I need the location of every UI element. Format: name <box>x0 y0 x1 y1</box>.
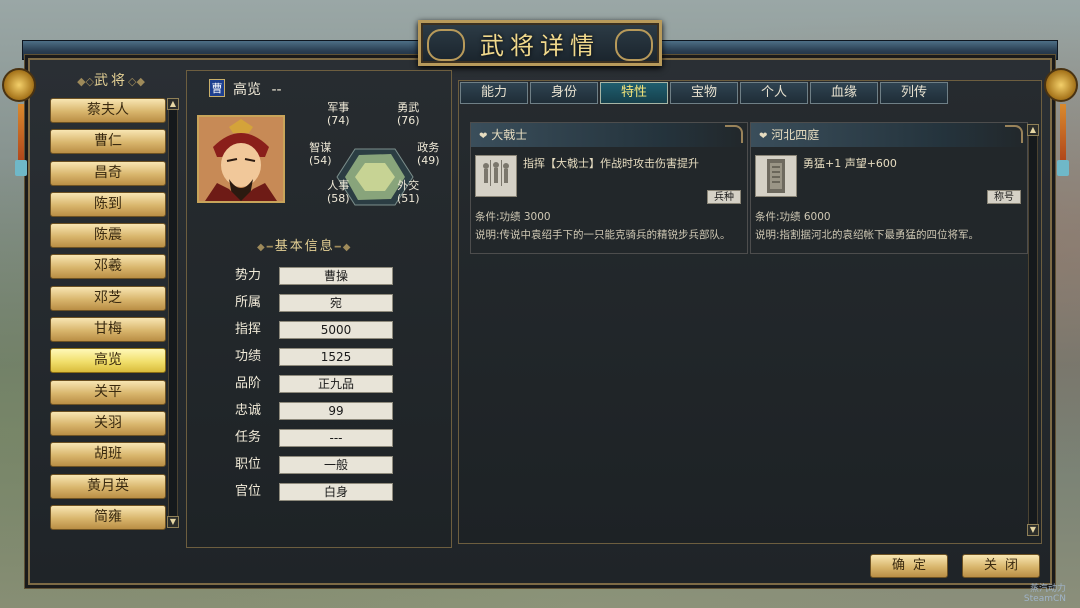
tab-traits[interactable]: 特性 <box>600 82 668 104</box>
trait-type-badge: 兵种 <box>707 190 741 204</box>
info-value: 一般 <box>279 456 393 474</box>
scroll-up-icon[interactable]: ▲ <box>1027 124 1039 136</box>
tab-treasures[interactable]: 宝物 <box>670 82 738 104</box>
watermark: 蒸汽动力 SteamCN <box>1023 584 1066 604</box>
heart-icon: ❤ <box>759 131 768 142</box>
tab-identity[interactable]: 身份 <box>530 82 598 104</box>
info-label: 官位 <box>235 484 262 499</box>
stat-personnel: 人事 (58) <box>327 179 350 205</box>
info-label: 忠诚 <box>235 403 262 418</box>
tab-ability[interactable]: 能力 <box>460 82 528 104</box>
info-label: 品阶 <box>235 376 262 391</box>
general-item[interactable]: 简雍 <box>50 504 166 530</box>
right-medallion-ornament <box>1044 68 1078 176</box>
trait-name: 大戟士 <box>491 128 528 142</box>
faction-badge: 曹 <box>209 79 225 97</box>
trait-type-badge: 称号 <box>987 190 1021 204</box>
info-label: 职位 <box>235 457 262 472</box>
trait-card[interactable]: ❤ 大戟士 指挥【大戟士】作战时攻击伤害提升 兵种 条件:功绩 3000 说明:… <box>470 122 748 254</box>
heart-icon: ❤ <box>479 131 488 142</box>
general-item[interactable]: 昌奇 <box>50 160 166 186</box>
general-item[interactable]: 甘梅 <box>50 317 166 343</box>
general-item[interactable]: 邓羲 <box>50 254 166 280</box>
info-label: 功绩 <box>235 349 262 364</box>
left-medallion-ornament <box>2 68 36 176</box>
trait-condition: 条件:功绩 6000 <box>755 211 831 223</box>
info-label: 所属 <box>235 295 262 310</box>
stat-military: 军事 (74) <box>327 101 350 127</box>
title-plate: 武将详情 <box>418 20 662 66</box>
stat-politics: 政务 (49) <box>417 141 440 167</box>
general-item-selected[interactable]: 高览 <box>50 348 166 374</box>
info-value: 白身 <box>279 483 393 501</box>
basic-info-header: ◆━基本信息━◆ <box>257 239 353 254</box>
general-item[interactable]: 关平 <box>50 379 166 405</box>
stats-radar: 军事 (74) 勇武 (76) 政务 (49) 外交 (51) 人事 (58) 智谋 (54… <box>301 99 449 235</box>
stat-diplomacy: 外交 (51) <box>397 179 420 205</box>
generals-panel-title: 武将 <box>94 73 128 89</box>
trait-condition: 条件:功绩 3000 <box>475 211 551 223</box>
generals-panel: ◆◇武将◇◆ 蔡夫人 曹仁 昌奇 陈到 陈震 邓羲 邓芝 甘梅 高览 关平 关羽… <box>40 70 182 532</box>
info-value: 99 <box>279 402 393 420</box>
info-value: 正九品 <box>279 375 393 393</box>
trait-description: 说明:传说中袁绍手下的一只能克骑兵的精锐步兵部队。 <box>475 229 731 241</box>
info-value: 曹操 <box>279 267 393 285</box>
info-value: 1525 <box>279 348 393 366</box>
basic-info-title: 基本信息 <box>274 239 335 254</box>
general-item[interactable]: 黄月英 <box>50 473 166 499</box>
info-value: 宛 <box>279 294 393 312</box>
close-button[interactable]: 关闭 <box>962 554 1040 578</box>
general-item[interactable]: 胡班 <box>50 442 166 468</box>
general-item[interactable]: 关羽 <box>50 410 166 436</box>
general-name-suffix: -- <box>271 82 282 98</box>
general-item[interactable]: 曹仁 <box>50 129 166 155</box>
generals-panel-header: ◆◇武将◇◆ <box>77 73 145 89</box>
confirm-button[interactable]: 确定 <box>870 554 948 578</box>
tab-bloodline[interactable]: 血缘 <box>810 82 878 104</box>
scroll-down-icon[interactable]: ▼ <box>1027 524 1039 536</box>
general-item[interactable]: 陈震 <box>50 223 166 249</box>
general-portrait <box>197 115 285 203</box>
info-value: --- <box>279 429 393 447</box>
general-item[interactable]: 邓芝 <box>50 285 166 311</box>
info-label: 势力 <box>235 268 262 283</box>
trait-effect: 指挥【大戟士】作战时攻击伤害提升 <box>523 157 699 170</box>
trait-effect: 勇猛+1 声望+600 <box>803 157 897 170</box>
stat-valor: 勇武 (76) <box>397 101 420 127</box>
info-label: 任务 <box>235 430 262 445</box>
scroll-up-icon[interactable]: ▲ <box>167 98 179 110</box>
trait-header: ❤ 河北四庭 <box>751 123 1027 147</box>
general-name-line: 高览 -- <box>233 79 282 99</box>
generals-scrollbar[interactable] <box>168 100 178 526</box>
generals-list: 蔡夫人 曹仁 昌奇 陈到 陈震 邓羲 邓芝 甘梅 高览 关平 关羽 胡班 黄月英… <box>50 98 166 536</box>
general-item[interactable]: 蔡夫人 <box>50 98 166 123</box>
info-value: 5000 <box>279 321 393 339</box>
scroll-down-icon[interactable]: ▼ <box>167 516 179 528</box>
stat-strategy: 智谋 (54) <box>309 141 332 167</box>
tab-personal[interactable]: 个人 <box>740 82 808 104</box>
tab-biography[interactable]: 列传 <box>880 82 948 104</box>
window-title: 武将详情 <box>480 31 600 60</box>
general-item[interactable]: 陈到 <box>50 191 166 217</box>
trait-header: ❤ 大戟士 <box>471 123 747 147</box>
trait-description: 说明:指割据河北的袁绍帐下最勇猛的四位将军。 <box>755 229 980 241</box>
info-label: 指挥 <box>235 322 262 337</box>
general-detail-panel: 曹 高览 -- 军事 (74) 勇武 (76) 政务 (49) 外交 (51) … <box>186 70 452 548</box>
trait-name: 河北四庭 <box>771 128 820 142</box>
trait-card[interactable]: ❤ 河北四庭 勇猛+1 声望+600 称号 条件:功绩 6000 说明:指割据河… <box>750 122 1028 254</box>
plaque-icon <box>755 155 797 197</box>
general-name: 高览 <box>233 82 261 98</box>
traits-scrollbar[interactable] <box>1028 124 1038 528</box>
soldiers-icon <box>475 155 517 197</box>
